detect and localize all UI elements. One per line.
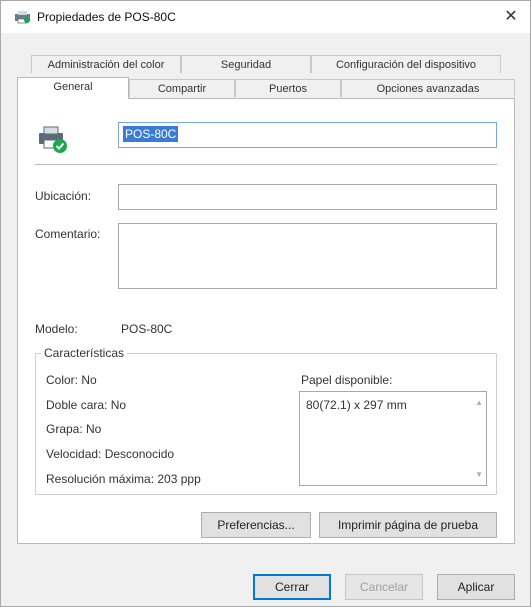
printer-name-input[interactable]: POS-80C bbox=[118, 122, 497, 148]
location-label: Ubicación: bbox=[35, 189, 92, 203]
model-value: POS-80C bbox=[121, 322, 173, 336]
tab-general[interactable]: General bbox=[17, 77, 129, 99]
feature-color: Color: No bbox=[46, 373, 97, 387]
features-title: Características bbox=[41, 346, 128, 360]
printer-title-icon bbox=[15, 11, 30, 24]
window-title: Propiedades de POS-80C bbox=[37, 10, 176, 24]
close-window-button[interactable]: ✕ bbox=[496, 3, 526, 31]
apply-button[interactable]: Aplicar bbox=[437, 574, 515, 600]
printer-name-value: POS-80C bbox=[123, 126, 179, 142]
feature-max-resolution: Resolución máxima: 203 ppp bbox=[46, 472, 201, 486]
feature-staple: Grapa: No bbox=[46, 422, 102, 436]
location-input[interactable] bbox=[118, 184, 497, 210]
print-test-page-button[interactable]: Imprimir página de prueba bbox=[319, 512, 497, 538]
scroll-down-icon[interactable]: ▼ bbox=[475, 470, 483, 479]
tab-security[interactable]: Seguridad bbox=[181, 55, 311, 73]
title-bar: Propiedades de POS-80C ✕ bbox=[1, 1, 530, 33]
paper-item[interactable]: 80(72.1) x 297 mm bbox=[306, 398, 407, 412]
tab-ports[interactable]: Puertos bbox=[235, 79, 341, 97]
model-label: Modelo: bbox=[35, 322, 78, 336]
printer-icon bbox=[39, 126, 67, 153]
paper-listbox[interactable]: 80(72.1) x 297 mm ▲ ▼ bbox=[299, 391, 487, 486]
feature-duplex: Doble cara: No bbox=[46, 398, 127, 412]
properties-dialog: Propiedades de POS-80C ✕ Administración … bbox=[0, 0, 531, 607]
scroll-up-icon[interactable]: ▲ bbox=[475, 398, 483, 407]
tab-color-management[interactable]: Administración del color bbox=[31, 55, 181, 73]
cancel-button: Cancelar bbox=[345, 574, 423, 600]
divider bbox=[35, 164, 497, 165]
tab-advanced-options[interactable]: Opciones avanzadas bbox=[341, 79, 515, 97]
tab-device-settings[interactable]: Configuración del dispositivo bbox=[311, 55, 501, 73]
comment-label: Comentario: bbox=[35, 227, 101, 241]
paper-available-label: Papel disponible: bbox=[301, 373, 393, 387]
preferences-button[interactable]: Preferencias... bbox=[201, 512, 311, 538]
tab-sharing[interactable]: Compartir bbox=[129, 79, 235, 97]
comment-textarea[interactable] bbox=[118, 223, 497, 289]
close-button[interactable]: Cerrar bbox=[253, 574, 331, 600]
feature-speed: Velocidad: Desconocido bbox=[46, 447, 175, 461]
